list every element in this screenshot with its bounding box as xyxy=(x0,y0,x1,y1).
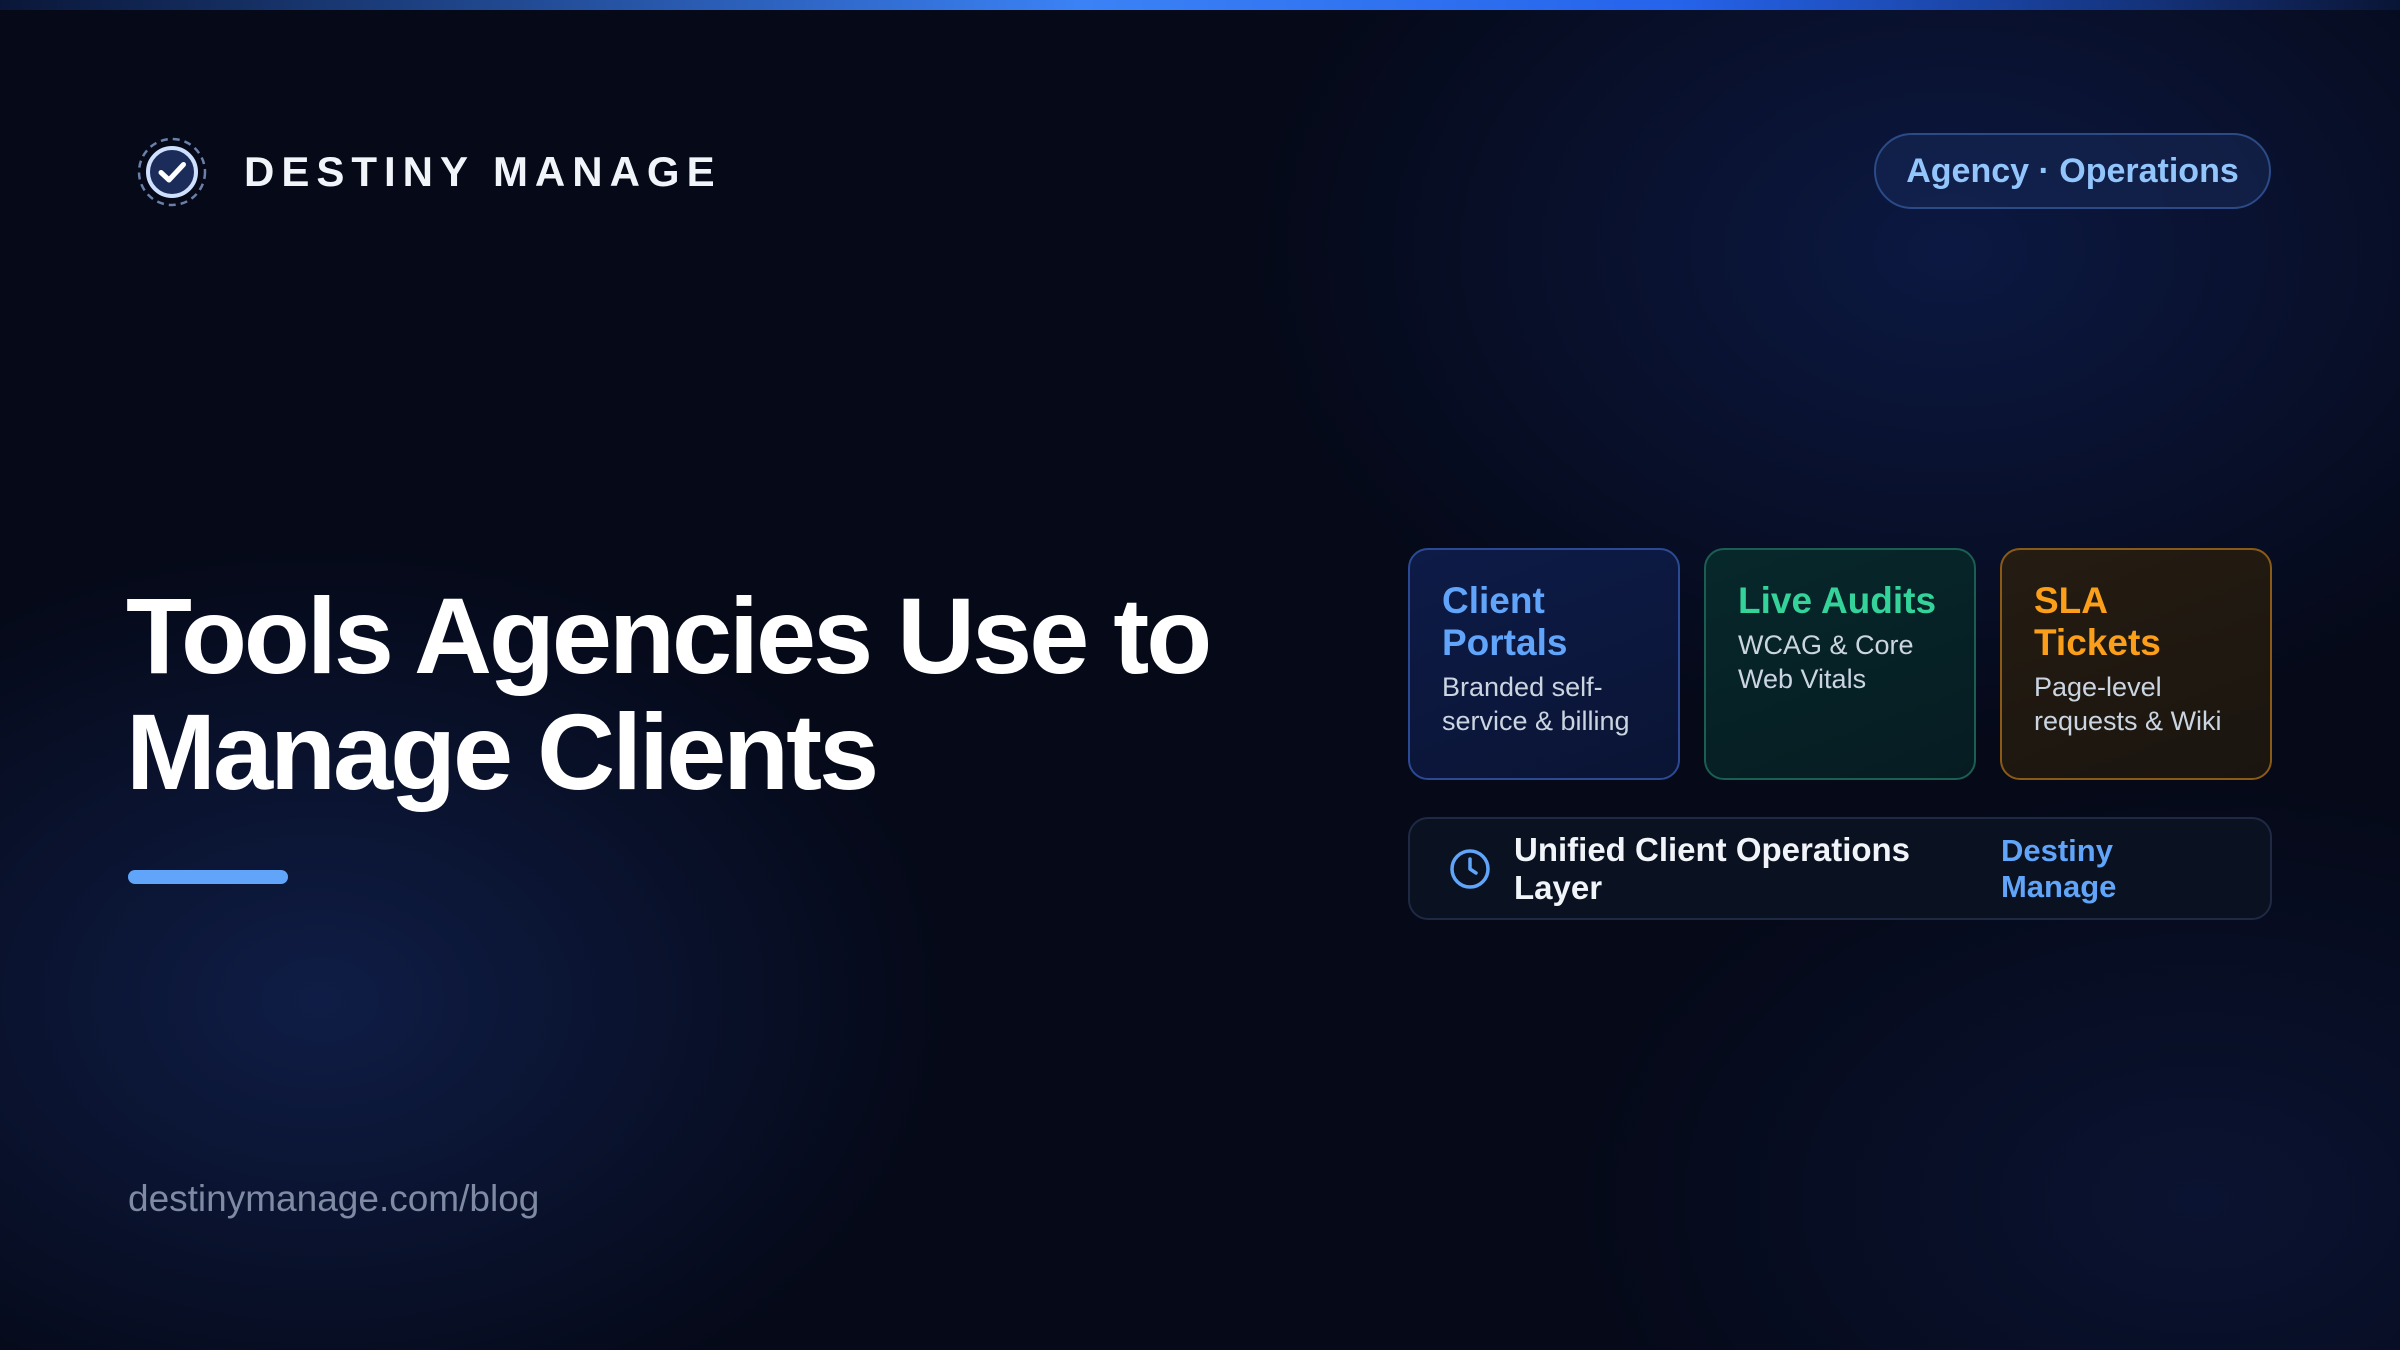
feature-card-live-audits: Live Audits WCAG & Core Web Vitals xyxy=(1704,548,1976,780)
category-tag: Agency · Operations xyxy=(1874,133,2271,209)
top-accent-bar xyxy=(0,0,2400,10)
card-description: Branded self-service & billing xyxy=(1442,672,1630,736)
title-underline xyxy=(128,870,288,884)
check-badge-icon xyxy=(137,137,207,207)
card-title: SLA Tickets xyxy=(2034,580,2161,663)
operations-layer-label: Unified Client Operations Layer xyxy=(1514,830,1911,906)
card-description: Page-level requests & Wiki xyxy=(2034,672,2222,736)
blog-url: destinymanage.com/blog xyxy=(128,1178,540,1219)
brand: DESTINY MANAGE xyxy=(136,136,722,208)
card-title: Client Portals xyxy=(1442,580,1568,663)
feature-card-client-portals: Client Portals Branded self-service & bi… xyxy=(1408,548,1680,780)
page-title: Tools Agencies Use to Manage Clients xyxy=(126,575,1212,812)
card-description: WCAG & Core Web Vitals xyxy=(1738,630,1914,694)
feature-card-sla-tickets: SLA Tickets Page-level requests & Wiki xyxy=(2000,548,2272,780)
clock-icon xyxy=(1450,848,1490,889)
brand-name: DESTINY MANAGE xyxy=(244,148,722,195)
operations-layer-bar: Unified Client Operations Layer Destiny … xyxy=(1408,817,2272,920)
card-title: Live Audits xyxy=(1738,580,1937,621)
operations-brand-name: Destiny Manage xyxy=(2000,832,2117,904)
